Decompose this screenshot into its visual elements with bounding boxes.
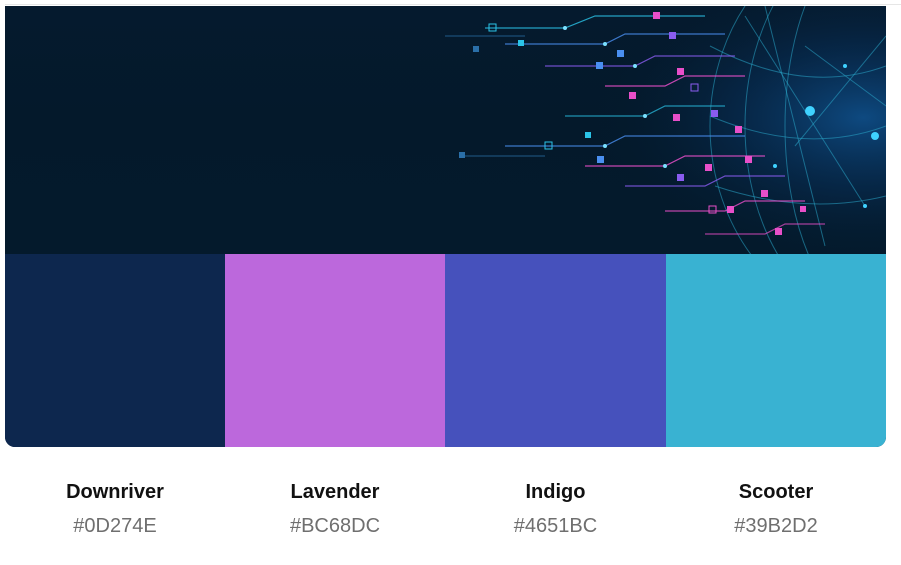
color-labels: Downriver #0D274E Lavender #BC68DC Indig… <box>5 478 886 558</box>
color-swatches <box>5 254 886 447</box>
palette-card[interactable] <box>5 6 886 447</box>
hero-image <box>5 6 886 254</box>
color-hex[interactable]: #BC68DC <box>225 512 445 540</box>
circuit-globe-artwork <box>435 6 886 254</box>
color-hex[interactable]: #4651BC <box>445 512 666 540</box>
swatch-indigo[interactable] <box>445 254 666 447</box>
color-name: Scooter <box>738 481 814 503</box>
color-name: Downriver <box>66 481 164 503</box>
color-hex[interactable]: #39B2D2 <box>666 512 886 540</box>
swatch-scooter[interactable] <box>666 254 886 447</box>
color-label-lavender: Lavender #BC68DC <box>225 478 445 558</box>
color-label-scooter: Scooter #39B2D2 <box>666 478 886 558</box>
top-divider <box>5 4 901 5</box>
color-label-downriver: Downriver #0D274E <box>5 478 225 558</box>
color-hex[interactable]: #0D274E <box>5 512 225 540</box>
color-name: Indigo <box>525 481 586 503</box>
color-label-indigo: Indigo #4651BC <box>445 478 666 558</box>
swatch-lavender[interactable] <box>225 254 445 447</box>
color-name: Lavender <box>290 481 380 503</box>
swatch-downriver[interactable] <box>5 254 225 447</box>
